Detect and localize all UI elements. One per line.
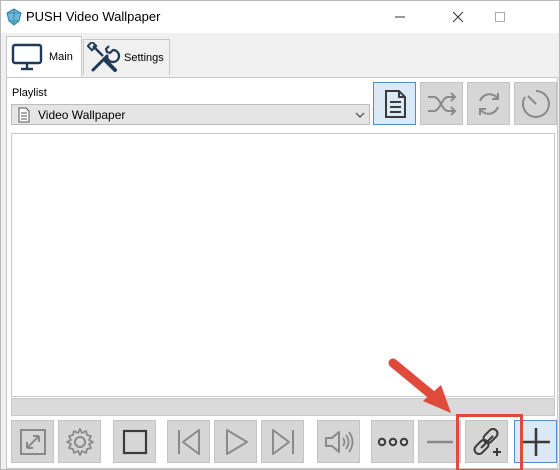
stop-button[interactable] xyxy=(113,420,156,463)
refresh-icon xyxy=(478,92,499,115)
playlist-doc-button[interactable] xyxy=(373,82,416,125)
document-icon xyxy=(384,89,406,118)
plus-icon xyxy=(521,427,550,456)
timer-button[interactable] xyxy=(514,82,557,125)
play-button[interactable] xyxy=(214,420,257,463)
fullscreen-button[interactable] xyxy=(11,420,54,463)
clock-icon xyxy=(521,89,550,118)
minimize-button[interactable] xyxy=(377,1,423,33)
tab-settings[interactable]: Settings xyxy=(83,39,170,75)
highlight-box xyxy=(456,414,523,470)
document-small-icon xyxy=(18,107,30,122)
remove-button[interactable] xyxy=(418,420,461,463)
ellipsis-icon xyxy=(377,437,408,446)
minus-icon xyxy=(426,440,453,443)
volume-button[interactable] xyxy=(317,420,360,463)
playlist-label: Playlist xyxy=(12,87,47,99)
window-title: PUSH Video Wallpaper xyxy=(26,9,161,24)
repeat-button[interactable] xyxy=(467,82,510,125)
previous-button[interactable] xyxy=(167,420,210,463)
title-bar: PUSH Video Wallpaper xyxy=(1,1,559,33)
expand-icon xyxy=(19,428,46,455)
tools-icon xyxy=(87,41,121,72)
gear-icon xyxy=(65,427,94,456)
maximize-icon xyxy=(495,12,505,22)
tab-bar: Main Settings xyxy=(1,33,559,79)
next-button[interactable] xyxy=(261,420,304,463)
speaker-icon xyxy=(324,430,353,453)
main-panel: Playlist Video Wallpaper xyxy=(6,77,558,470)
tab-main[interactable]: Main xyxy=(6,36,82,77)
playlist-items-list[interactable] xyxy=(11,133,555,397)
minimize-icon xyxy=(395,16,405,18)
skip-back-icon xyxy=(177,428,200,455)
settings-button[interactable] xyxy=(58,420,101,463)
monitor-icon xyxy=(11,43,43,71)
close-button[interactable] xyxy=(435,1,481,33)
shuffle-icon xyxy=(427,91,456,116)
playlist-selected-value: Video Wallpaper xyxy=(38,107,126,122)
close-icon xyxy=(452,11,464,23)
playlist-dropdown[interactable]: Video Wallpaper xyxy=(11,104,370,125)
play-icon xyxy=(225,428,248,455)
skip-forward-icon xyxy=(271,428,294,455)
stop-icon xyxy=(122,429,147,454)
tab-settings-label: Settings xyxy=(124,51,164,64)
more-button[interactable] xyxy=(371,420,414,463)
app-window: PUSH Video Wallpaper Main Settings Playl… xyxy=(0,0,560,470)
app-logo-icon xyxy=(5,8,23,26)
chevron-down-icon xyxy=(355,112,365,118)
maximize-button[interactable] xyxy=(477,1,523,33)
shuffle-button[interactable] xyxy=(420,82,463,125)
tab-main-label: Main xyxy=(49,51,73,63)
